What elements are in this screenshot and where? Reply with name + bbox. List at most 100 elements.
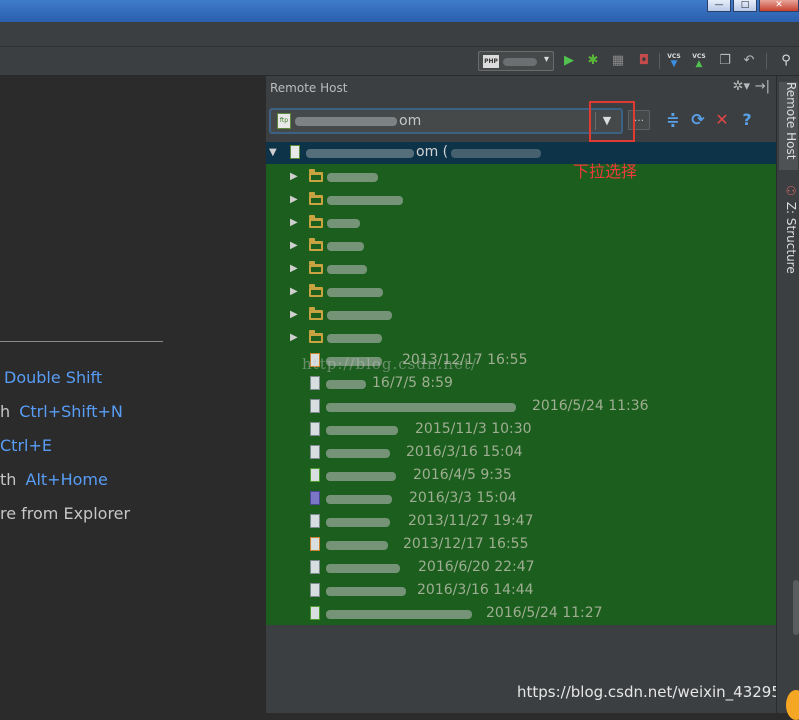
file-row[interactable]: 2016/3/16 14:44: [266, 580, 776, 603]
file-timestamp: 2016/3/3 15:04: [409, 490, 517, 506]
scrollbar-thumb[interactable]: [793, 580, 799, 635]
file-row[interactable]: 16/7/5 8:59: [266, 373, 776, 396]
file-icon: [310, 445, 320, 459]
chevron-right-icon[interactable]: ▶: [290, 217, 298, 228]
file-row[interactable]: 2016/6/20 22:47: [266, 557, 776, 580]
root-address-redacted: [451, 149, 541, 158]
file-name-redacted: [326, 472, 396, 481]
refresh-icon[interactable]: ⟳: [688, 110, 708, 130]
chevron-right-icon[interactable]: ▶: [290, 309, 298, 320]
file-name-redacted: [326, 495, 392, 504]
tree-root-row[interactable]: ▼ om (: [266, 142, 776, 164]
folder-name-redacted: [327, 334, 382, 343]
file-row[interactable]: 2016/4/5 9:35: [266, 465, 776, 488]
ftp-server-icon: ftp: [277, 113, 291, 129]
hint-go-to-file: h Ctrl+Shift+N: [0, 402, 123, 421]
file-name-redacted: [326, 380, 366, 389]
tab-structure-label: Z: Structure: [784, 201, 798, 274]
file-icon: [310, 606, 320, 620]
panel-title: Remote Host: [270, 81, 348, 95]
vcs-commit-icon[interactable]: VCS ▲: [691, 53, 707, 69]
hide-panel-icon[interactable]: →|: [755, 79, 770, 94]
folder-icon: [309, 330, 323, 343]
stop-icon[interactable]: ◘: [636, 53, 652, 69]
folder-icon: [309, 215, 323, 228]
main-toolbar: PHP ▾ ▶ ✱ ▦ ◘ VCS ▼ VCS ▲ ❐ ↶ ⚲: [0, 47, 799, 76]
hint-shortcut: Alt+Home: [25, 470, 108, 489]
file-icon: [310, 422, 320, 436]
hint-search-everywhere: Double Shift: [0, 368, 102, 387]
file-row[interactable]: 2016/3/3 15:04: [266, 488, 776, 511]
folder-row[interactable]: ▶: [266, 189, 776, 212]
file-name-redacted: [326, 541, 388, 550]
file-row[interactable]: 2015/11/3 10:30: [266, 419, 776, 442]
folder-row[interactable]: ▶: [266, 166, 776, 189]
run-icon[interactable]: ▶: [561, 53, 577, 69]
menu-bar: [0, 22, 799, 47]
file-timestamp: 2016/3/16 14:44: [417, 582, 534, 598]
coverage-icon[interactable]: ▦: [610, 53, 626, 69]
history-icon[interactable]: ❐: [717, 53, 733, 69]
hint-drop-files: re from Explorer: [0, 504, 130, 523]
chevron-right-icon[interactable]: ▶: [290, 332, 298, 343]
folder-name-redacted: [327, 196, 403, 205]
divider: [0, 341, 163, 342]
chevron-right-icon[interactable]: ▶: [290, 286, 298, 297]
tab-structure[interactable]: ⚇ Z: Structure: [779, 184, 798, 276]
folder-row[interactable]: ▶: [266, 304, 776, 327]
folder-name-redacted: [327, 219, 360, 228]
file-timestamp: 2013/11/27 19:47: [408, 513, 534, 529]
host-name-redacted: [295, 117, 397, 126]
run-configuration-name-redacted: [503, 58, 537, 66]
tab-remote-host[interactable]: Remote Host: [779, 82, 798, 170]
collapse-all-icon[interactable]: ≑: [663, 110, 683, 130]
chevron-down-icon: ▾: [543, 54, 549, 65]
debug-icon[interactable]: ✱: [585, 53, 601, 69]
php-icon: PHP: [483, 55, 499, 68]
file-name-redacted: [326, 518, 390, 527]
close-button[interactable]: ✕: [759, 0, 799, 12]
vcs-update-icon[interactable]: VCS ▼: [666, 53, 682, 69]
chevron-down-icon[interactable]: ▼: [269, 147, 277, 158]
maximize-button[interactable]: □: [733, 0, 757, 12]
file-row[interactable]: 2013/12/17 16:55: [266, 534, 776, 557]
corner-badge: [786, 690, 799, 720]
folder-row[interactable]: ▶: [266, 281, 776, 304]
revert-icon[interactable]: ↶: [741, 53, 757, 69]
ftp-server-icon: [290, 145, 300, 159]
minimize-button[interactable]: —: [707, 0, 731, 12]
chevron-right-icon[interactable]: ▶: [290, 171, 298, 182]
file-row[interactable]: 2016/5/24 11:36: [266, 396, 776, 419]
folder-row[interactable]: ▶: [266, 258, 776, 281]
file-icon: [310, 514, 320, 528]
toolbar-separator: [766, 53, 767, 69]
file-name-redacted: [326, 610, 472, 619]
gear-icon[interactable]: ✲▾: [733, 79, 750, 94]
chevron-right-icon[interactable]: ▶: [290, 240, 298, 251]
folder-row[interactable]: ▶: [266, 235, 776, 258]
file-row[interactable]: 2016/5/24 11:27: [266, 603, 776, 626]
folder-name-redacted: [327, 242, 364, 251]
help-icon[interactable]: ?: [737, 110, 757, 130]
right-tool-strip: Remote Host ⚇ Z: Structure: [776, 76, 799, 713]
file-row[interactable]: 2013/11/27 19:47: [266, 511, 776, 534]
remote-host-select[interactable]: ftp om ▼: [269, 108, 623, 134]
close-icon[interactable]: ✕: [712, 110, 732, 130]
search-icon[interactable]: ⚲: [778, 53, 794, 69]
structure-icon: ⚇: [784, 184, 798, 198]
folder-icon: [309, 238, 323, 251]
file-timestamp: 2016/4/5 9:35: [413, 467, 512, 483]
chevron-right-icon[interactable]: ▶: [290, 194, 298, 205]
arrow-down-icon: ▼: [670, 59, 678, 69]
run-configuration-select[interactable]: PHP ▾: [478, 51, 554, 71]
file-icon: [310, 468, 320, 482]
folder-row[interactable]: ▶: [266, 327, 776, 350]
folder-icon: [309, 284, 323, 297]
file-icon: [310, 583, 320, 597]
file-name-redacted: [326, 449, 390, 458]
file-row[interactable]: 2016/3/16 15:04: [266, 442, 776, 465]
chevron-right-icon[interactable]: ▶: [290, 263, 298, 274]
folder-row[interactable]: ▶: [266, 212, 776, 235]
root-name-redacted: [306, 149, 414, 158]
root-name-suffix: om (: [416, 144, 449, 160]
